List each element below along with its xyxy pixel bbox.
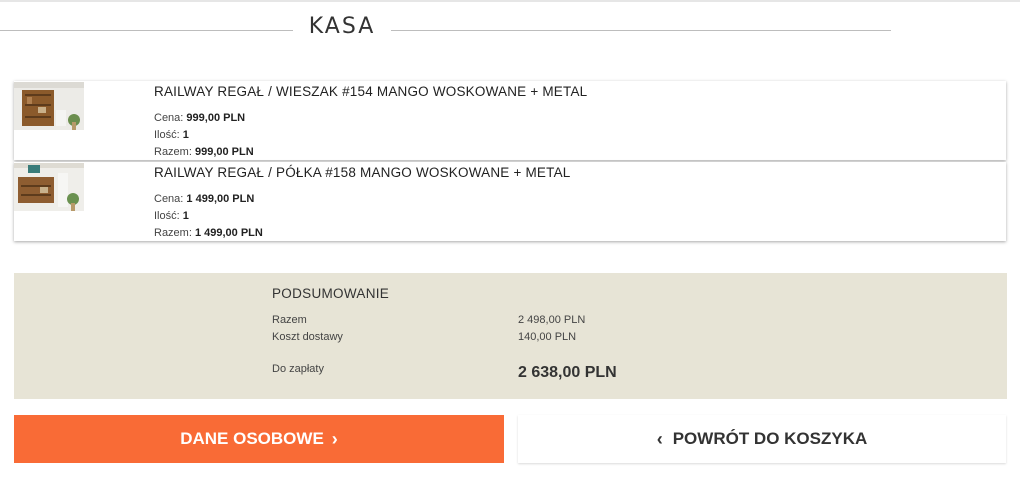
page-header: KASA [0, 14, 900, 48]
item-total-value: 1 499,00 PLN [194, 227, 263, 239]
amount-due-value: 2 638,00 PLN [518, 364, 617, 381]
personal-data-button[interactable]: DANE OSOBOWE › [14, 415, 504, 463]
product-name[interactable]: RAILWAY REGAŁ / PÓŁKA #158 MANGO WOSKOWA… [154, 165, 571, 180]
price-value: 999,00 PLN [186, 112, 246, 124]
subtotal-label: Razem [272, 314, 307, 326]
quantity-row: Ilość: 1 [154, 210, 189, 222]
summary-title: PODSUMOWANIE [272, 286, 390, 301]
item-total-value: 999,00 PLN [194, 146, 254, 158]
cart-item: RAILWAY REGAŁ / WIESZAK #154 MANGO WOSKO… [14, 81, 1006, 160]
quantity-value: 1 [182, 129, 189, 141]
price-value: 1 499,00 PLN [186, 193, 255, 205]
chevron-left-icon: ‹ [656, 429, 663, 449]
item-total-row: Razem: 1 499,00 PLN [154, 227, 263, 239]
page-title: KASA [308, 14, 376, 39]
title-line-right [391, 30, 891, 31]
back-to-cart-label: POWRÓT DO KOSZYKA [672, 429, 868, 448]
title-line-left [0, 30, 293, 31]
quantity-value: 1 [182, 210, 189, 222]
shipping-label: Koszt dostawy [272, 331, 343, 343]
shipping-value: 140,00 PLN [518, 331, 577, 343]
amount-due-label: Do zapłaty [272, 363, 324, 375]
item-total-row: Razem: 999,00 PLN [154, 146, 254, 158]
chevron-right-icon: › [331, 429, 338, 449]
quantity-row: Ilość: 1 [154, 129, 189, 141]
subtotal-value: 2 498,00 PLN [518, 314, 586, 326]
product-image[interactable] [14, 163, 84, 211]
product-image[interactable] [14, 82, 84, 130]
price-row: Cena: 1 499,00 PLN [154, 193, 255, 205]
product-name[interactable]: RAILWAY REGAŁ / WIESZAK #154 MANGO WOSKO… [154, 84, 587, 99]
cart-item: RAILWAY REGAŁ / PÓŁKA #158 MANGO WOSKOWA… [14, 162, 1006, 241]
personal-data-label: DANE OSOBOWE [180, 429, 324, 448]
top-divider [0, 0, 1020, 2]
order-summary: PODSUMOWANIE Razem 2 498,00 PLN Koszt do… [14, 273, 1007, 399]
back-to-cart-button[interactable]: ‹ POWRÓT DO KOSZYKA [518, 415, 1006, 463]
price-row: Cena: 999,00 PLN [154, 112, 246, 124]
